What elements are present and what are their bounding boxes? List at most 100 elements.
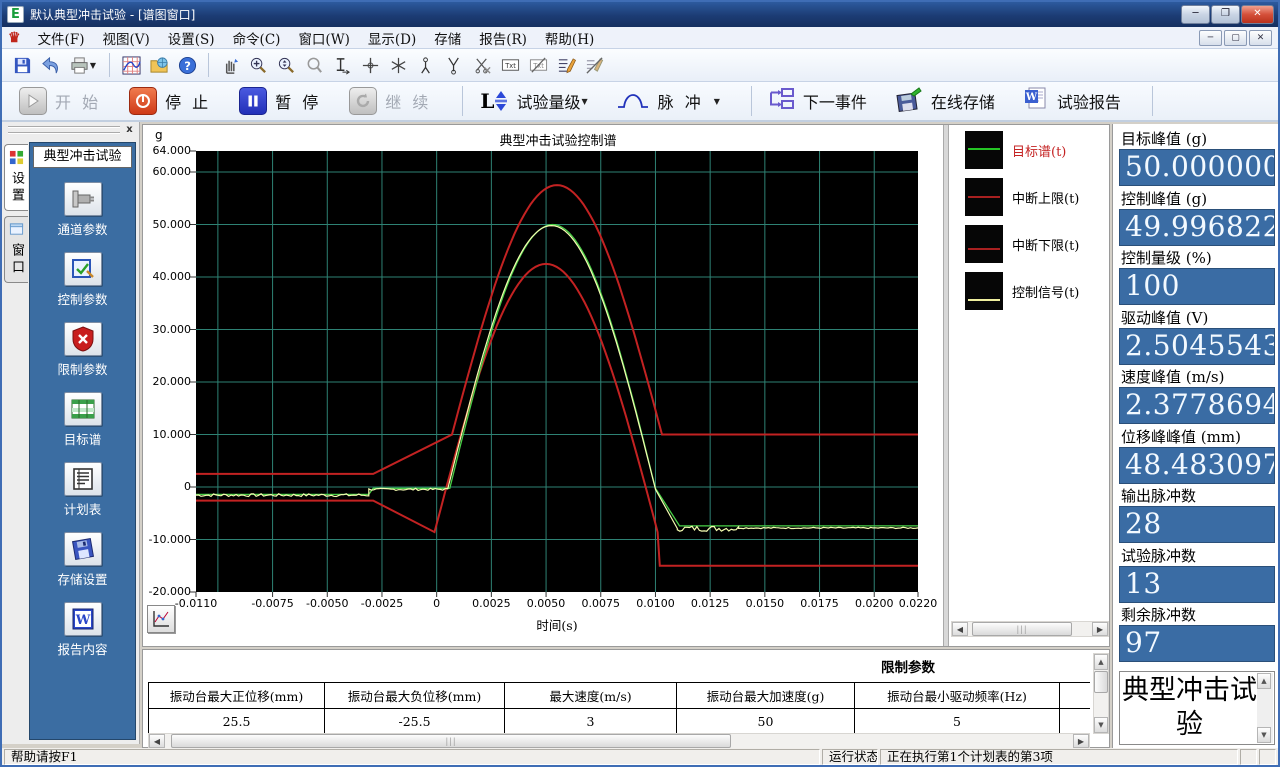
app-window: E 默认典型冲击试验 - [谱图窗口] ─ ❐ ✕ ♛ 文件(F) 视图(V) … bbox=[0, 0, 1280, 767]
child-restore-button[interactable]: ▢ bbox=[1224, 30, 1247, 46]
limits-table-header-row: 振动台最大正位移(mm) 振动台最大负位移(mm) 最大速度(m/s) 振动台最… bbox=[149, 683, 1091, 709]
menu-command[interactable]: 命令(C) bbox=[224, 27, 290, 49]
close-button[interactable]: ✕ bbox=[1241, 5, 1274, 24]
cursor-star-icon[interactable] bbox=[384, 52, 412, 78]
resume-button[interactable]: 继 续 bbox=[342, 84, 438, 118]
legend-item[interactable]: 控制信号(t) bbox=[965, 272, 1079, 310]
legend-splitter[interactable] bbox=[943, 125, 949, 646]
cursor-cross-icon[interactable] bbox=[356, 52, 384, 78]
annotate-icon[interactable] bbox=[552, 52, 580, 78]
print-dropdown-arrow[interactable]: ▼ bbox=[90, 61, 96, 70]
measure-ibeam-icon[interactable] bbox=[328, 52, 356, 78]
toolbar: ▼ ? Txt Txt bbox=[2, 49, 1278, 82]
undo-icon[interactable] bbox=[36, 52, 64, 78]
sidebar-item-limit-params[interactable]: 限制参数 bbox=[30, 322, 135, 378]
stop-button[interactable]: 停 止 bbox=[122, 84, 218, 118]
tab-settings[interactable]: 设置 bbox=[4, 144, 28, 211]
menu-file[interactable]: 文件(F) bbox=[29, 27, 94, 49]
y-tick-label: 50.000 bbox=[145, 218, 191, 231]
sidebar-close-icon[interactable]: x bbox=[123, 124, 136, 137]
scroll-thumb[interactable] bbox=[1094, 671, 1108, 693]
drive-peak-value: 2.5045543 bbox=[1119, 328, 1275, 365]
test-name-vscrollbar[interactable]: ▲ ▼ bbox=[1257, 673, 1273, 743]
text-box-icon[interactable]: Txt bbox=[496, 52, 524, 78]
legend-item[interactable]: 中断上限(t) bbox=[965, 178, 1079, 216]
legend-hscrollbar[interactable]: ◀ ▶ bbox=[951, 621, 1109, 637]
scroll-right-arrow[interactable]: ▶ bbox=[1092, 622, 1108, 636]
shock-control-plot[interactable] bbox=[196, 151, 918, 592]
readout-label: 速度峰值 (m/s) bbox=[1119, 368, 1275, 387]
pause-button[interactable]: 暂 停 bbox=[232, 84, 328, 118]
help-icon[interactable]: ? bbox=[173, 52, 201, 78]
zoom-reset-icon[interactable] bbox=[300, 52, 328, 78]
limits-table-title: 限制参数 bbox=[783, 656, 1033, 676]
status-cell bbox=[1259, 749, 1276, 765]
child-minimize-button[interactable]: ─ bbox=[1199, 30, 1222, 46]
menu-storage[interactable]: 存储 bbox=[425, 27, 470, 49]
limits-vscrollbar[interactable]: ▲ ▼ bbox=[1093, 653, 1109, 734]
scroll-thumb[interactable] bbox=[171, 734, 731, 748]
scroll-right-arrow[interactable]: ▶ bbox=[1073, 734, 1089, 748]
scroll-thumb[interactable] bbox=[972, 622, 1072, 636]
menu-window[interactable]: 窗口(W) bbox=[289, 27, 358, 49]
child-close-button[interactable]: ✕ bbox=[1249, 30, 1272, 46]
test-report-button[interactable]: W 试验报告 bbox=[1016, 83, 1128, 119]
scroll-up-arrow[interactable]: ▲ bbox=[1094, 654, 1108, 670]
chart-grid-icon[interactable] bbox=[117, 52, 145, 78]
delete-annotate-icon[interactable] bbox=[580, 52, 608, 78]
caliper-single-icon[interactable] bbox=[412, 52, 440, 78]
delete-text-icon[interactable]: Txt bbox=[524, 52, 552, 78]
online-storage-button[interactable]: 在线存储 bbox=[888, 83, 1002, 119]
open-folder-icon[interactable] bbox=[145, 52, 173, 78]
help-status: 帮助请按F1 bbox=[4, 749, 820, 765]
delete-cursor-icon[interactable] bbox=[468, 52, 496, 78]
menu-settings[interactable]: 设置(S) bbox=[159, 27, 224, 49]
readout-label: 输出脉冲数 bbox=[1119, 487, 1275, 506]
x-tick-label: 0.0100 bbox=[625, 597, 685, 610]
pulse-button[interactable]: 脉 冲 ▼ bbox=[609, 84, 727, 118]
menu-help[interactable]: 帮助(H) bbox=[536, 27, 603, 49]
scroll-up-arrow[interactable]: ▲ bbox=[1257, 673, 1271, 689]
scroll-left-arrow[interactable]: ◀ bbox=[952, 622, 968, 636]
sidebar-item-target-spectrum[interactable]: 目标谱 bbox=[30, 392, 135, 448]
scroll-down-arrow[interactable]: ▼ bbox=[1094, 717, 1108, 733]
test-name-text: 典型冲击试验 bbox=[1122, 674, 1257, 742]
minimize-button[interactable]: ─ bbox=[1181, 5, 1210, 24]
zoom-in-icon[interactable] bbox=[244, 52, 272, 78]
test-level-button[interactable]: L 试验量级 ▼ bbox=[473, 86, 594, 116]
plot-style-button[interactable] bbox=[147, 605, 175, 633]
readout-label: 控制峰值 (g) bbox=[1119, 190, 1275, 209]
col-header: 振动台最大加速度(g) bbox=[677, 683, 855, 709]
x-tick-label: 0.0075 bbox=[571, 597, 631, 610]
limits-hscrollbar[interactable]: ◀ ▶ bbox=[148, 733, 1090, 749]
scroll-left-arrow[interactable]: ◀ bbox=[149, 734, 165, 748]
sidebar-item-channel-params[interactable]: 通道参数 bbox=[30, 182, 135, 238]
legend-item[interactable]: 中断下限(t) bbox=[965, 225, 1079, 263]
x-tick-label: -0.0050 bbox=[297, 597, 357, 610]
legend-item[interactable]: 目标谱(t) bbox=[965, 131, 1066, 169]
pan-hand-icon[interactable] bbox=[216, 52, 244, 78]
caliper-double-icon[interactable] bbox=[440, 52, 468, 78]
menu-view[interactable]: 视图(V) bbox=[93, 27, 158, 49]
print-icon[interactable]: ▼ bbox=[64, 52, 102, 78]
level-dropdown-arrow[interactable]: ▼ bbox=[581, 97, 587, 106]
legend-swatch bbox=[965, 225, 1003, 263]
level-icon: L bbox=[480, 89, 508, 113]
tab-window[interactable]: 窗口 bbox=[4, 216, 28, 283]
next-event-button[interactable]: 下一事件 bbox=[762, 84, 874, 118]
menu-display[interactable]: 显示(D) bbox=[359, 27, 425, 49]
save-icon[interactable] bbox=[8, 52, 36, 78]
x-tick-label: 0.0220 bbox=[888, 597, 948, 610]
sidebar-item-control-params[interactable]: 控制参数 bbox=[30, 252, 135, 308]
sidebar-item-storage-settings[interactable]: 存储设置 bbox=[30, 532, 135, 588]
sidebar-item-schedule[interactable]: 计划表 bbox=[30, 462, 135, 518]
zoom-vertical-icon[interactable] bbox=[272, 52, 300, 78]
maximize-button[interactable]: ❐ bbox=[1211, 5, 1240, 24]
start-button[interactable]: 开 始 bbox=[12, 84, 108, 118]
sidebar-grip[interactable] bbox=[8, 126, 120, 134]
sidebar-item-report-content[interactable]: W 报告内容 bbox=[30, 602, 135, 658]
scroll-down-arrow[interactable]: ▼ bbox=[1257, 727, 1271, 743]
readout-label: 剩余脉冲数 bbox=[1119, 606, 1275, 625]
pulse-dropdown-arrow[interactable]: ▼ bbox=[714, 97, 720, 106]
menu-report[interactable]: 报告(R) bbox=[470, 27, 536, 49]
